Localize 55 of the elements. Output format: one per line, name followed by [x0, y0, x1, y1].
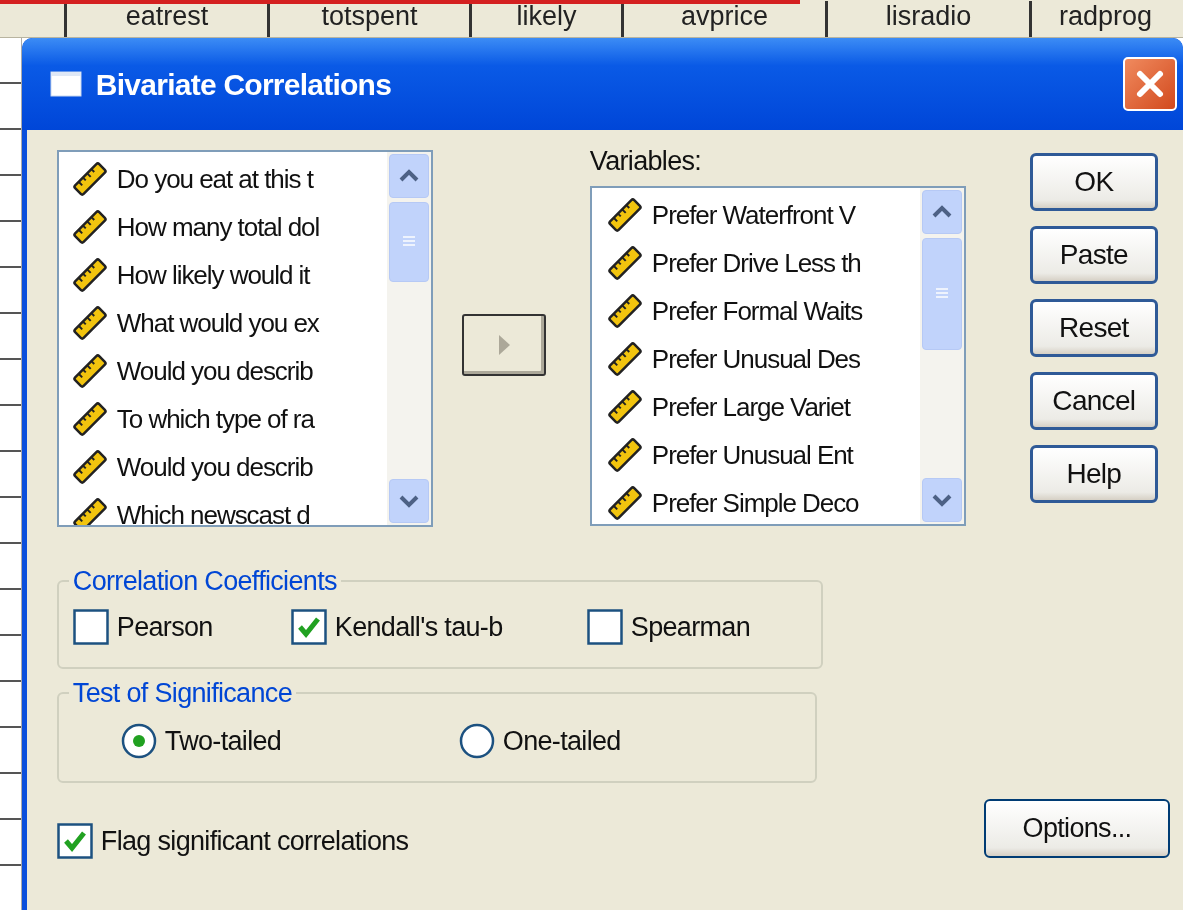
- close-icon: [1134, 68, 1166, 100]
- variable-item[interactable]: Prefer Unusual Ent: [651, 440, 853, 470]
- checkbox[interactable]: [72, 609, 109, 646]
- variable-item[interactable]: Prefer Drive Less th: [651, 248, 861, 278]
- radio-button[interactable]: [458, 723, 495, 760]
- scrollbar[interactable]: [919, 188, 964, 524]
- chevron-up-icon: [930, 205, 953, 219]
- variable-item[interactable]: How many total dol: [116, 212, 320, 242]
- checkbox[interactable]: [56, 823, 93, 860]
- variable-item[interactable]: Do you eat at this t: [116, 164, 313, 194]
- variable-item[interactable]: Prefer Simple Deco: [651, 488, 859, 518]
- window-icon: [49, 71, 82, 97]
- variable-item[interactable]: Prefer Unusual Des: [651, 344, 860, 374]
- variable-item[interactable]: Prefer Large Variet: [651, 392, 850, 422]
- scrollbar[interactable]: [386, 152, 431, 525]
- option-label: One-tailed: [502, 725, 621, 758]
- variable-item[interactable]: Which newscast d: [116, 500, 310, 525]
- scroll-down-button[interactable]: [388, 479, 429, 523]
- scroll-thumb[interactable]: [388, 202, 429, 282]
- option-label: Kendall's tau-b: [334, 611, 503, 644]
- dialog-button[interactable]: Reset: [1029, 299, 1158, 357]
- checkbox[interactable]: [586, 609, 623, 646]
- variables-label: Variables:: [589, 146, 703, 176]
- source-variable-list[interactable]: Do you eat at this t How many total dol How likely would it What would you ex Would you describ To which type of ra Would you describ Which newscast d: [56, 150, 433, 527]
- variable-item[interactable]: Would you describ: [116, 452, 313, 482]
- options-button[interactable]: Options...: [984, 798, 1170, 858]
- variable-item[interactable]: Prefer Formal Waits: [651, 296, 863, 326]
- variable-item[interactable]: Would you describ: [116, 356, 313, 386]
- chevron-down-icon: [397, 494, 420, 508]
- scroll-up-button[interactable]: [388, 154, 429, 198]
- radio-button[interactable]: [120, 723, 157, 760]
- dialog-button[interactable]: Help: [1029, 445, 1158, 503]
- option-label: Flag significant correlations: [100, 825, 409, 858]
- window-title: Bivariate Correlations: [95, 66, 392, 103]
- variable-item[interactable]: What would you ex: [116, 308, 319, 338]
- scroll-down-button[interactable]: [921, 478, 962, 522]
- option-label: Pearson: [116, 611, 213, 644]
- option-label: Spearman: [630, 611, 750, 644]
- variables-list[interactable]: Prefer Waterfront V Prefer Drive Less th Prefer Formal Waits Prefer Unusual Des Prefer Large Variet Prefer Unusual Ent Prefer Simple Deco: [589, 186, 966, 526]
- option-label: Two-tailed: [164, 725, 282, 758]
- close-button[interactable]: [1123, 57, 1177, 111]
- dialog-button[interactable]: Paste: [1029, 226, 1158, 284]
- variable-item[interactable]: How likely would it: [116, 260, 310, 290]
- variable-item[interactable]: Prefer Waterfront V: [651, 200, 856, 230]
- arrow-right-icon: [496, 334, 511, 356]
- dialog-button[interactable]: OK: [1029, 153, 1158, 211]
- group-title: Test of Significance: [71, 679, 293, 707]
- chevron-down-icon: [930, 493, 953, 507]
- variable-item[interactable]: To which type of ra: [116, 404, 314, 434]
- scroll-up-button[interactable]: [921, 190, 962, 234]
- checkbox[interactable]: [290, 609, 327, 646]
- dialog-button[interactable]: Cancel: [1029, 372, 1158, 430]
- scroll-thumb[interactable]: [921, 238, 962, 350]
- chevron-up-icon: [397, 169, 420, 183]
- group-title: Correlation Coefficients: [71, 567, 338, 595]
